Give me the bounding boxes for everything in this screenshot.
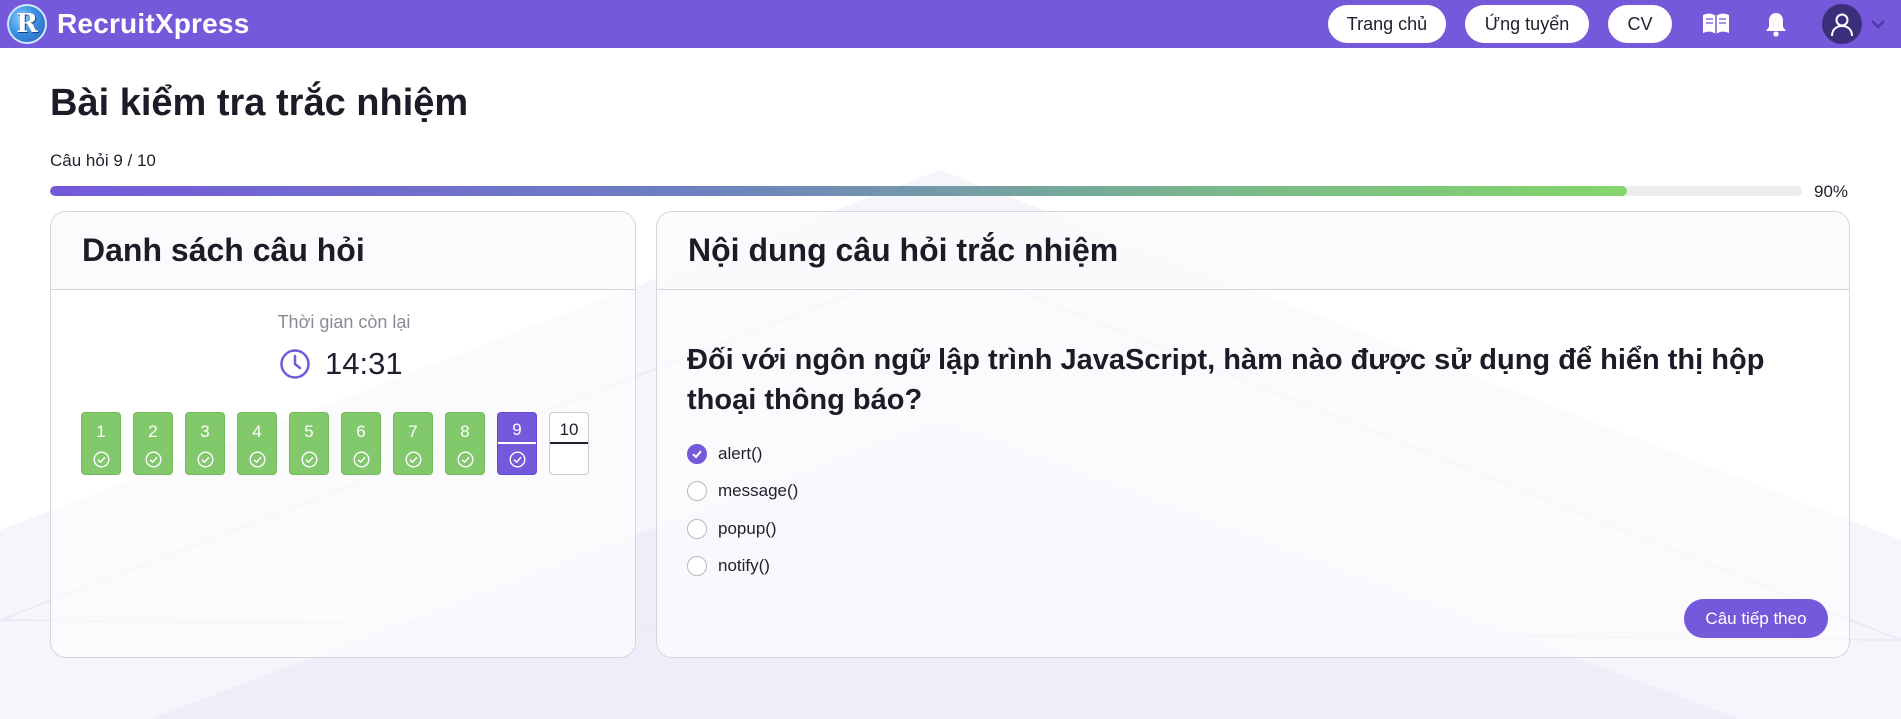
progress-percent: 90% <box>1814 182 1849 201</box>
question-list-panel: Danh sách câu hỏi Thời gian còn lại 14:3… <box>50 211 636 658</box>
timer-value: 14:31 <box>325 346 403 381</box>
question-nav-button[interactable]: 2 <box>133 412 173 475</box>
nav-home-button[interactable]: Trang chủ <box>1328 5 1446 43</box>
question-nav-button[interactable]: 7 <box>393 412 433 475</box>
next-question-button[interactable]: Câu tiếp theo <box>1684 599 1828 638</box>
question-content-title: Nội dung câu hỏi trắc nhiệm <box>657 212 1849 290</box>
brand-name: RecruitXpress <box>57 8 250 39</box>
question-list-title: Danh sách câu hỏi <box>51 212 635 290</box>
question-content-panel: Nội dung câu hỏi trắc nhiệm Đối với ngôn… <box>656 211 1850 658</box>
clock-icon <box>280 349 310 379</box>
page-title: Bài kiểm tra trắc nhiệm <box>50 82 469 124</box>
chevron-down-icon[interactable] <box>1868 14 1888 34</box>
question-number: 7 <box>408 422 418 441</box>
check-circle-icon <box>404 444 422 474</box>
check-circle-icon <box>248 444 266 474</box>
question-number: 2 <box>148 422 158 441</box>
answer-option-label: message() <box>718 481 799 501</box>
answer-option[interactable]: alert() <box>687 435 798 473</box>
bell-icon[interactable] <box>1760 8 1792 40</box>
check-circle-icon <box>300 444 318 474</box>
answer-options: alert() message() popup() notify() <box>687 435 798 585</box>
question-nav-button[interactable]: 8 <box>445 412 485 475</box>
question-number: 10 <box>550 413 588 444</box>
answer-option[interactable]: notify() <box>687 548 798 586</box>
answer-option[interactable]: message() <box>687 473 798 511</box>
check-circle-icon <box>456 444 474 474</box>
radio-unchecked-icon[interactable] <box>687 481 707 502</box>
check-circle-icon <box>352 444 370 474</box>
question-nav-button[interactable]: 1 <box>81 412 121 475</box>
brand[interactable]: R RecruitXpress <box>7 4 249 44</box>
question-number: 1 <box>96 422 106 441</box>
timer-label: Thời gian còn lại <box>277 312 411 332</box>
question-number: 4 <box>252 422 262 441</box>
question-number: 5 <box>304 422 314 441</box>
brand-logo: R <box>7 4 47 44</box>
check-circle-icon <box>196 444 214 474</box>
progress-fill <box>50 186 1627 196</box>
check-circle-icon <box>144 444 162 474</box>
question-nav-button[interactable]: 4 <box>237 412 277 475</box>
question-number: 9 <box>498 413 536 444</box>
question-nav-button[interactable]: 9 <box>497 412 537 475</box>
question-number: 6 <box>356 422 366 441</box>
radio-unchecked-icon[interactable] <box>687 556 707 577</box>
question-nav-button[interactable]: 10 <box>549 412 589 475</box>
question-nav-button[interactable]: 6 <box>341 412 381 475</box>
timer: 14:31 <box>279 346 403 382</box>
radio-checked-icon[interactable] <box>687 443 707 464</box>
answer-option[interactable]: popup() <box>687 510 798 548</box>
question-number: 3 <box>200 422 210 441</box>
answer-option-label: popup() <box>718 518 777 538</box>
question-nav-button[interactable]: 5 <box>289 412 329 475</box>
user-avatar[interactable] <box>1822 4 1862 44</box>
question-counter: Câu hỏi 9 / 10 <box>50 151 156 170</box>
nav-cv-button[interactable]: CV <box>1608 5 1672 43</box>
answer-option-label: alert() <box>718 443 763 463</box>
question-nav-button[interactable]: 3 <box>185 412 225 475</box>
question-navigator: 1 2 3 4 5 6 7 8 9 10 <box>81 412 601 475</box>
radio-unchecked-icon[interactable] <box>687 518 707 539</box>
book-open-icon[interactable] <box>1700 8 1732 40</box>
check-circle-icon <box>92 444 110 474</box>
progress-bar <box>50 186 1802 196</box>
check-circle-icon <box>508 444 526 474</box>
top-navbar: R RecruitXpress Trang chủ Ứng tuyển CV <box>0 0 1901 48</box>
answer-option-label: notify() <box>718 556 770 576</box>
question-text: Đối với ngôn ngữ lập trình JavaScript, h… <box>687 344 1765 416</box>
nav-apply-button[interactable]: Ứng tuyển <box>1465 5 1589 43</box>
question-number: 8 <box>460 422 470 441</box>
user-icon <box>1831 13 1853 37</box>
